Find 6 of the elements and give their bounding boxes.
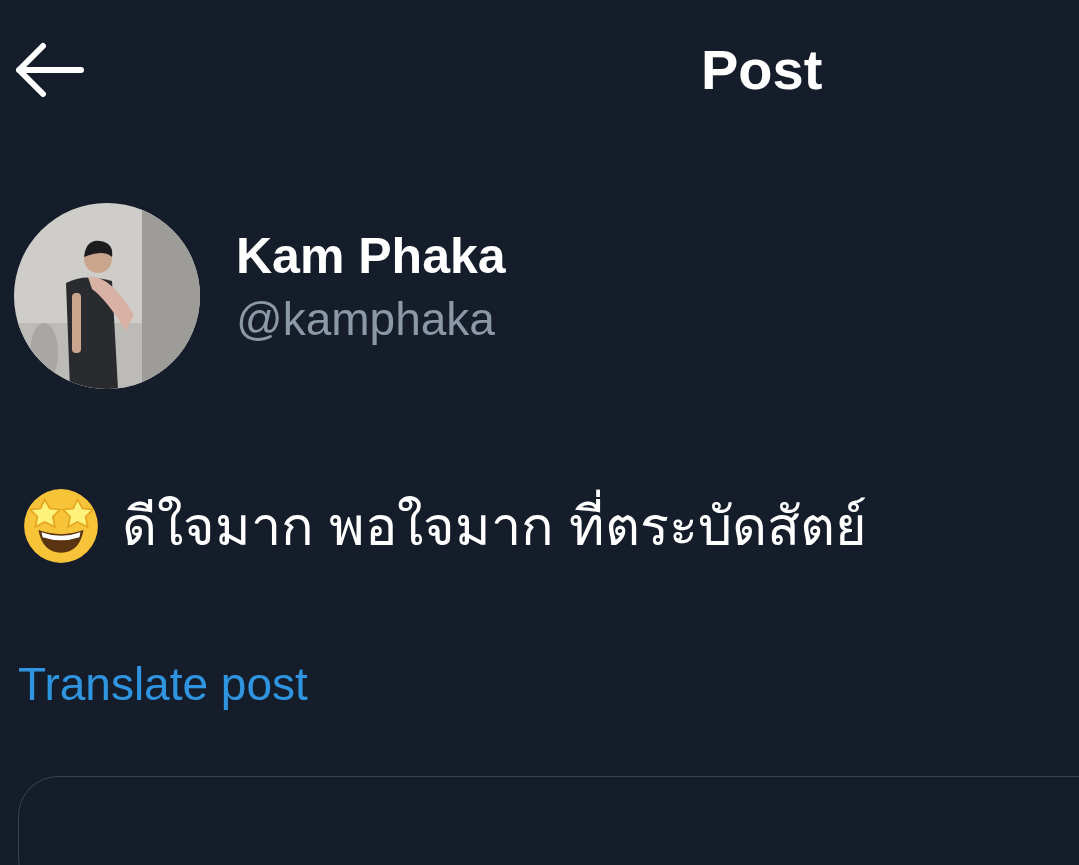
author-handle[interactable]: @kamphaka: [236, 294, 506, 345]
post-text: ดีใจมาก พอใจมาก ที่ตระบัดสัตย์: [122, 490, 867, 562]
back-arrow-icon[interactable]: [13, 42, 85, 98]
author-name[interactable]: Kam Phaka: [236, 229, 506, 285]
translate-post-link[interactable]: Translate post: [18, 659, 308, 710]
page-title: Post: [701, 42, 823, 98]
